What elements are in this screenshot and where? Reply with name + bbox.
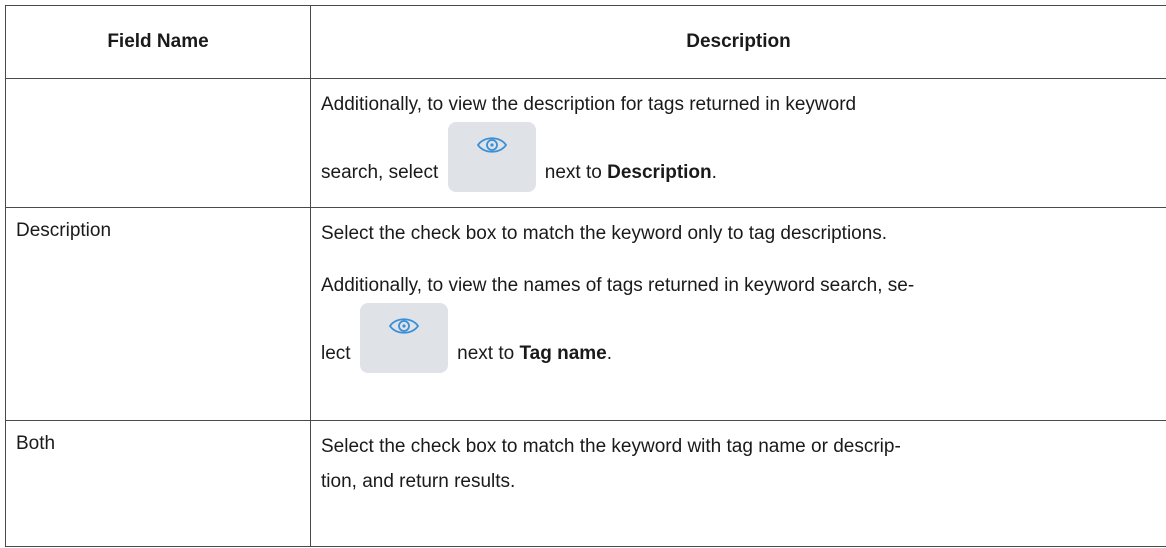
table-header-row: Field Name Description — [5, 5, 1166, 79]
eye-icon-button[interactable] — [447, 122, 536, 192]
field-description-table: Field Name Description Additionally, to … — [5, 5, 1166, 547]
header-field-name: Field Name — [5, 5, 311, 79]
description-text: search, select next to Description. — [321, 122, 1156, 194]
table-row: Additionally, to view the description fo… — [5, 78, 1166, 208]
description-cell: Select the check box to match the keywor… — [310, 207, 1166, 421]
description-text: Additionally, to view the description fo… — [321, 94, 857, 115]
eye-icon-button[interactable] — [359, 303, 448, 373]
header-description: Description — [310, 5, 1166, 79]
description-text: lect next to Tag name. — [321, 303, 1156, 375]
description-text: Select the check box to match the keywor… — [321, 223, 888, 244]
description-cell: Additionally, to view the description fo… — [310, 78, 1166, 208]
field-name-cell: Description — [5, 207, 311, 421]
eye-icon — [388, 318, 419, 334]
description-cell: Select the check box to match the keywor… — [310, 420, 1166, 547]
field-name-cell: Both — [5, 420, 311, 547]
description-text: Additionally, to view the names of tags … — [321, 275, 915, 296]
description-text: tion, and return results. — [321, 471, 516, 492]
description-text: Select the check box to match the keywor… — [321, 436, 901, 457]
table-row: Description Select the check box to matc… — [5, 207, 1166, 421]
table-row: Both Select the check box to match the k… — [5, 420, 1166, 547]
field-name-cell — [5, 78, 311, 208]
eye-icon — [476, 137, 507, 153]
